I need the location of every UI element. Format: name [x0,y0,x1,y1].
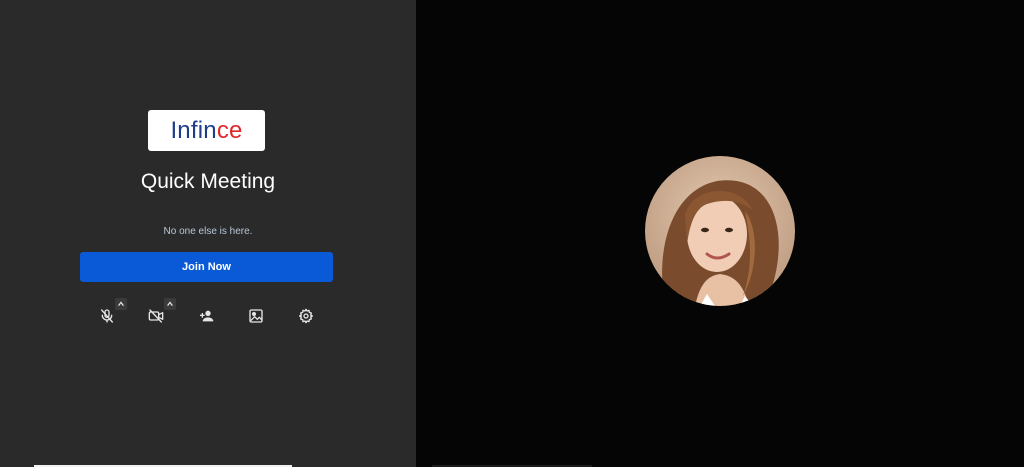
chevron-up-icon [166,295,174,313]
participants-status: No one else is here. [163,226,253,237]
meeting-title: Quick Meeting [140,170,276,193]
gear-icon [298,308,314,329]
add-person-icon [197,308,215,329]
invite-participant-button[interactable] [196,308,216,328]
logo-text-part1: Infin [170,116,217,144]
lobby-panel: Infin ce Quick Meeting No one else is her… [0,0,416,467]
settings-button[interactable] [296,308,316,328]
logo-text-part2: ce [216,116,243,144]
chevron-up-icon [117,295,125,313]
camera-toggle-button[interactable] [146,308,166,328]
camera-off-icon [147,308,165,329]
participant-avatar [645,156,795,306]
camera-options-caret[interactable] [164,298,176,310]
background-button[interactable] [246,308,266,328]
join-now-button[interactable]: Join Now [80,252,333,282]
mic-off-icon [99,308,115,329]
meeting-lobby: Infin ce Quick Meeting No one else is her… [0,0,1024,467]
brand-logo: Infin ce [148,110,265,151]
image-icon [248,308,264,329]
mic-options-caret[interactable] [115,298,127,310]
mic-toggle-button[interactable] [97,308,117,328]
